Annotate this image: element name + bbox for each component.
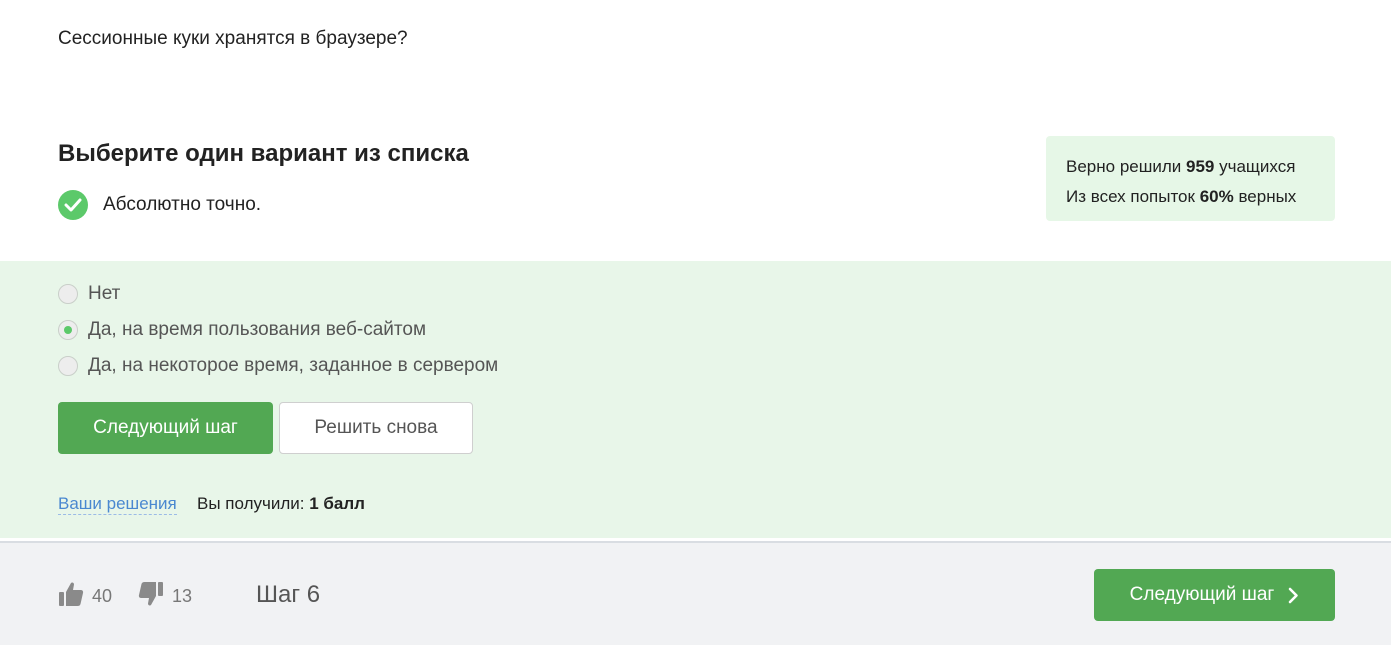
stats-attempts-line: Из всех попыток 60% верных (1066, 187, 1297, 206)
dislikes-count: 13 (172, 585, 193, 606)
stats-solved-line: Верно решили 959 учащихся (1066, 157, 1296, 176)
check-circle-icon (58, 190, 88, 220)
likes-count: 40 (92, 585, 113, 606)
step-label: Шаг 6 (256, 581, 321, 608)
option-label: Да, на некоторое время, заданное в серве… (88, 355, 499, 376)
next-step-button[interactable]: Следующий шаг (58, 402, 273, 454)
result-message: Абсолютно точно. (58, 190, 261, 220)
chevron-right-icon (1288, 587, 1299, 604)
thumbs-down-icon (138, 581, 164, 612)
footer-next-label: Следующий шаг (1129, 584, 1275, 605)
your-solutions-link[interactable]: Ваши решения (58, 494, 177, 515)
option-label: Да, на время пользования веб-сайтом (88, 319, 427, 340)
result-text: Абсолютно точно. (103, 194, 262, 215)
task-title: Выберите один вариант из списка (58, 140, 469, 167)
option-session[interactable]: Да, на время пользования веб-сайтом (58, 319, 426, 341)
stats-box: Верно решили 959 учащихся Из всех попыто… (1046, 136, 1335, 221)
score-text: Вы получили: 1 балл (197, 494, 365, 513)
score-value: 1 балл (309, 494, 365, 513)
stats-solved-count: 959 (1186, 157, 1215, 176)
radio-dot (64, 326, 72, 334)
radio-button-selected[interactable] (58, 320, 78, 340)
dislike-button[interactable]: 13 (138, 581, 193, 612)
footer-next-step-button[interactable]: Следующий шаг (1094, 569, 1335, 621)
radio-button[interactable] (58, 356, 78, 376)
question-text: Сессионные куки хранятся в браузере? (58, 28, 408, 49)
retry-button[interactable]: Решить снова (279, 402, 473, 454)
stats-attempts-percent: 60% (1199, 187, 1234, 206)
option-server-time[interactable]: Да, на некоторое время, заданное в серве… (58, 355, 498, 377)
option-no[interactable]: Нет (58, 283, 120, 305)
thumbs-up-icon (58, 581, 84, 612)
radio-button[interactable] (58, 284, 78, 304)
option-label: Нет (88, 283, 121, 304)
like-button[interactable]: 40 (58, 582, 112, 610)
